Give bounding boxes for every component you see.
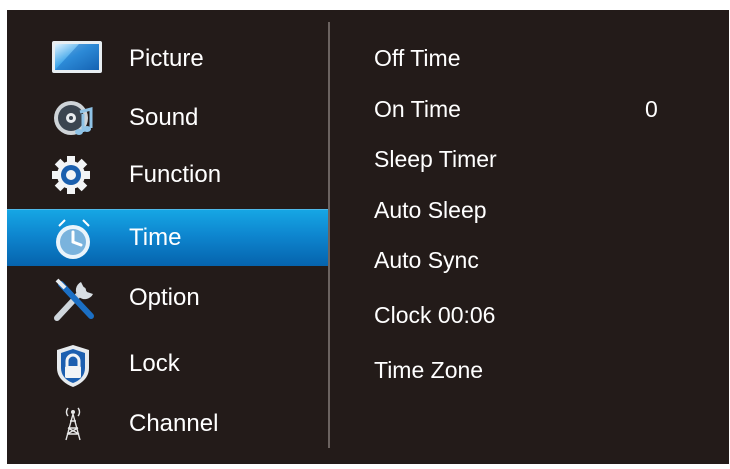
auto-sync-option[interactable]: Auto Sync xyxy=(374,247,479,274)
sidebar-item-sound[interactable]: Sound xyxy=(7,90,328,146)
sidebar-item-label: Sound xyxy=(129,104,199,131)
sleep-timer-option[interactable]: Sleep Timer xyxy=(374,146,497,173)
sidebar-item-option[interactable]: Option xyxy=(7,270,328,326)
tools-icon xyxy=(51,278,95,321)
sidebar-item-time[interactable]: Time xyxy=(7,209,328,266)
sidebar-item-label: Channel xyxy=(129,410,219,437)
menu-divider xyxy=(328,22,330,448)
sidebar-item-label: Option xyxy=(129,284,200,311)
tv-settings-menu: Picture Sound Function Time Option Lock … xyxy=(7,10,729,464)
on-time-option[interactable]: On Time xyxy=(374,96,461,123)
sidebar-item-picture[interactable]: Picture xyxy=(7,31,328,87)
sidebar-item-label: Picture xyxy=(129,45,204,72)
sidebar-item-label: Time xyxy=(129,224,182,251)
sidebar-item-label: Function xyxy=(129,161,222,188)
sidebar-item-channel[interactable]: Channel xyxy=(7,396,328,452)
sidebar-item-lock[interactable]: Lock xyxy=(7,336,328,392)
sidebar-item-label: Lock xyxy=(129,350,180,377)
off-time-option[interactable]: Off Time xyxy=(374,45,461,72)
lock-icon xyxy=(51,344,95,387)
sidebar-item-function[interactable]: Function xyxy=(7,147,328,203)
time-zone-option[interactable]: Time Zone xyxy=(374,357,483,384)
sound-icon xyxy=(51,98,95,138)
auto-sleep-option[interactable]: Auto Sleep xyxy=(374,197,487,224)
clock-option[interactable]: Clock 00:06 xyxy=(374,302,495,329)
on-time-value: 0 xyxy=(645,96,658,122)
antenna-icon xyxy=(51,404,95,444)
picture-icon xyxy=(51,39,102,79)
function-gear-icon xyxy=(51,155,95,195)
clock-icon xyxy=(51,218,95,259)
